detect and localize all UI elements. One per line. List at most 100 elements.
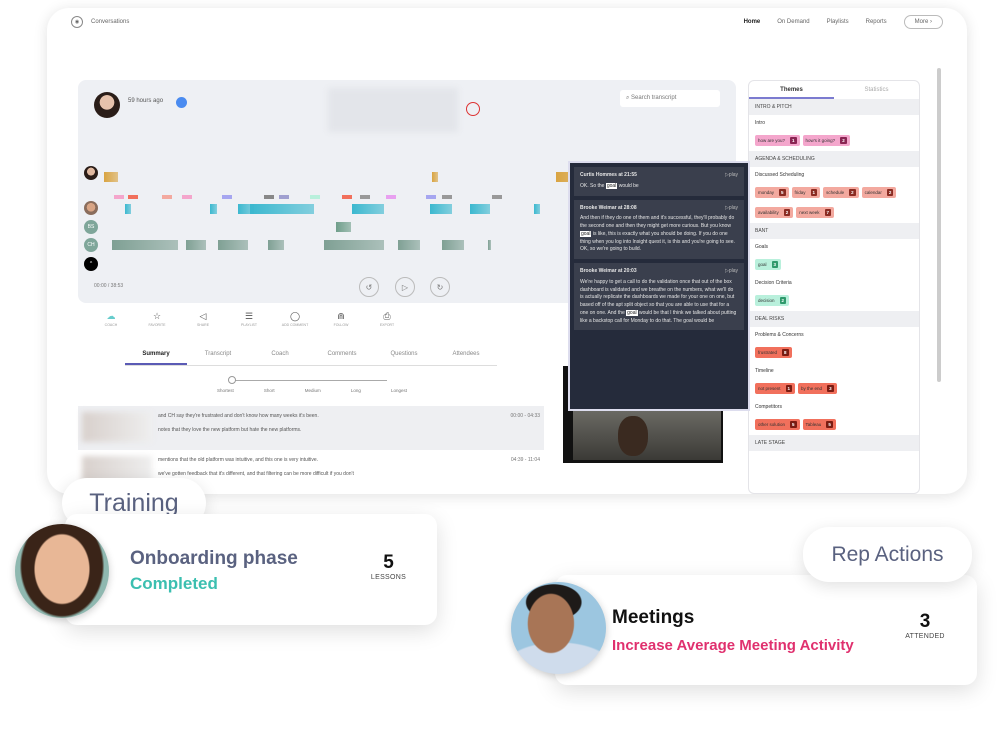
theme-marker[interactable]	[182, 195, 192, 199]
coach-label: COACH	[104, 323, 118, 327]
keyword-chip[interactable]: monday 5	[755, 187, 789, 198]
tab-statistics[interactable]: Statistics	[834, 81, 919, 99]
more-button[interactable]: More ›	[903, 15, 943, 29]
keyword-chip[interactable]: calendar 2	[861, 187, 897, 198]
theme-marker[interactable]	[442, 195, 452, 199]
keyword-chip[interactable]: by the end 3	[798, 383, 837, 394]
share-button[interactable]: ◁ SHARE	[189, 311, 217, 327]
speech-segment[interactable]	[488, 240, 491, 250]
theme-group: Timeline not present 1 by the end 3	[749, 363, 919, 399]
nav-on-demand[interactable]: On Demand	[777, 19, 809, 25]
speech-segment[interactable]	[125, 204, 131, 214]
speech-segment[interactable]	[210, 204, 217, 214]
theme-section-header[interactable]: BANT	[749, 223, 919, 239]
keyword-count: 1	[790, 137, 797, 144]
rewind-icon[interactable]: ↺	[359, 277, 379, 297]
speech-segment[interactable]	[432, 172, 438, 182]
theme-marker[interactable]	[492, 195, 502, 199]
conversation-app-window: ◉ Conversations Home On Demand Playlists…	[47, 8, 967, 494]
speech-segment[interactable]	[324, 240, 384, 250]
score-badge-icon[interactable]	[466, 102, 480, 116]
page-scrollbar[interactable]	[937, 68, 941, 382]
coach-button[interactable]: ☁ COACH	[97, 311, 125, 327]
speech-segment[interactable]	[352, 204, 384, 214]
theme-marker[interactable]	[426, 195, 436, 199]
slider-knob[interactable]	[228, 376, 236, 384]
theme-marker[interactable]	[279, 195, 289, 199]
speech-segment[interactable]	[268, 240, 284, 250]
play-mention-button[interactable]: ▷play	[725, 205, 738, 213]
theme-marker[interactable]	[310, 195, 320, 199]
tab-attendees[interactable]: Attendees	[435, 348, 497, 365]
tab-coach[interactable]: Coach	[249, 348, 311, 365]
keyword-chip[interactable]: frustrated 8	[755, 347, 792, 358]
mention-fragment: would be	[617, 182, 639, 189]
theme-marker[interactable]	[162, 195, 172, 199]
nav-home[interactable]: Home	[744, 19, 761, 25]
speech-segment[interactable]	[470, 204, 490, 214]
speech-segment[interactable]	[104, 172, 118, 182]
keyword-chip[interactable]: how are you? 1	[755, 135, 800, 146]
nav-reports[interactable]: Reports	[866, 19, 887, 25]
keyword-chip[interactable]: friday 1	[791, 187, 821, 198]
tab-themes[interactable]: Themes	[749, 81, 834, 99]
tab-summary[interactable]: Summary	[125, 348, 187, 365]
mention-speaker: Brooke Weimar at 20:03	[580, 268, 637, 274]
speech-segment[interactable]	[442, 240, 464, 250]
theme-marker[interactable]	[386, 195, 396, 199]
theme-marker[interactable]	[222, 195, 232, 199]
play-mention-button[interactable]: ▷play	[725, 172, 738, 180]
keyword-chip[interactable]: decision 2	[755, 295, 790, 306]
keyword-text: how are you?	[758, 138, 786, 143]
summary-length-slider[interactable]	[228, 376, 387, 384]
theme-marker[interactable]	[114, 195, 124, 199]
speech-segment[interactable]	[112, 240, 178, 250]
forward-icon[interactable]: ↻	[430, 277, 450, 297]
theme-section-header[interactable]: LATE STAGE	[749, 435, 919, 451]
collapse-chevron-icon[interactable]: ^	[84, 257, 98, 271]
keyword-chip[interactable]: next week 7	[796, 207, 835, 218]
theme-group: Decision Criteria decision 2	[749, 275, 919, 311]
add-comment-button[interactable]: ◯ ADD COMMENT	[281, 311, 309, 327]
keyword-chip[interactable]: schedule 2	[823, 187, 859, 198]
mention-card[interactable]: Brooke Weimar at 20:03 ▷play We're happy t…	[574, 263, 744, 331]
keyword-chip[interactable]: how's it going? 2	[802, 135, 850, 146]
theme-section-header[interactable]: INTRO & PITCH	[749, 99, 919, 115]
tab-questions[interactable]: Questions	[373, 348, 435, 365]
speech-segment[interactable]	[534, 204, 540, 214]
keyword-chip[interactable]: other solution 5	[755, 419, 800, 430]
summary-row[interactable]: and CH say they're frustrated and don't …	[78, 406, 544, 450]
theme-section-header[interactable]: AGENDA & SCHEDULING	[749, 151, 919, 167]
keyword-chip[interactable]: not present 1	[755, 383, 796, 394]
export-label: EXPORT	[379, 323, 395, 327]
theme-marker[interactable]	[360, 195, 370, 199]
theme-group-label: Goals	[755, 244, 769, 250]
speech-segment[interactable]	[398, 240, 420, 250]
keyword-chip[interactable]: Tableau 5	[802, 419, 836, 430]
export-button[interactable]: ⎙ EXPORT	[373, 311, 401, 327]
keyword-chip[interactable]: availability 2	[755, 207, 794, 218]
play-mention-button[interactable]: ▷play	[725, 268, 738, 276]
theme-section-header[interactable]: DEAL RISKS	[749, 311, 919, 327]
theme-marker[interactable]	[342, 195, 352, 199]
speech-segment[interactable]	[218, 240, 248, 250]
tab-transcript[interactable]: Transcript	[187, 348, 249, 365]
speech-segment[interactable]	[430, 204, 452, 214]
tab-comments[interactable]: Comments	[311, 348, 373, 365]
mention-card[interactable]: Brooke Weimar at 28:08 ▷play And then if t…	[574, 199, 744, 259]
follow-button[interactable]: ⋒ FOLLOW	[327, 311, 355, 327]
follow-label: FOLLOW	[333, 323, 349, 327]
play-icon[interactable]: ▷	[395, 277, 415, 297]
search-transcript-input[interactable]: ⌕ Search transcript	[620, 90, 720, 107]
keyword-chip[interactable]: goal 3	[755, 259, 782, 270]
nav-playlists[interactable]: Playlists	[827, 19, 849, 25]
mention-card[interactable]: Curtis Hommes at 21:55 ▷play OK. So the go…	[574, 167, 744, 196]
speech-segment[interactable]	[186, 240, 206, 250]
theme-marker[interactable]	[128, 195, 138, 199]
theme-marker[interactable]	[264, 195, 274, 199]
speech-segment[interactable]	[250, 204, 314, 214]
slider-label: Shortest	[217, 388, 234, 393]
favorite-button[interactable]: ☆ FAVORITE	[143, 311, 171, 327]
playlist-button[interactable]: ☰ PLAYLIST	[235, 311, 263, 327]
speech-segment[interactable]	[336, 222, 351, 232]
